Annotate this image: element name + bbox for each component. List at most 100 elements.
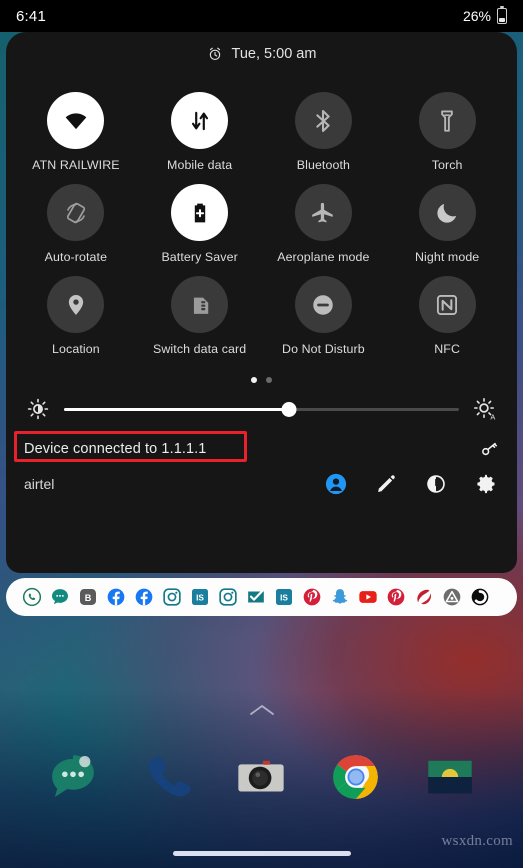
pinterest-icon[interactable] xyxy=(302,587,322,607)
footer-action-icons xyxy=(325,473,499,495)
moon-icon xyxy=(437,203,457,223)
brightness-slider-thumb[interactable] xyxy=(281,401,297,417)
instagram-icon[interactable] xyxy=(162,587,182,607)
airplane-icon xyxy=(312,202,334,222)
messaging-icon[interactable] xyxy=(50,587,70,607)
tile-label: Aeroplane mode xyxy=(277,250,370,264)
chrome-icon[interactable] xyxy=(327,748,385,806)
whatsapp-icon[interactable] xyxy=(22,587,42,607)
phone-icon[interactable] xyxy=(138,748,196,806)
tile-switch-data-card-circle[interactable] xyxy=(171,276,229,333)
tile-aeroplane-mode-circle[interactable] xyxy=(294,184,352,241)
b-app-icon[interactable]: B xyxy=(78,587,98,607)
brightness-slider[interactable] xyxy=(64,398,459,420)
power-icon[interactable] xyxy=(425,473,447,495)
battery-plus-icon xyxy=(194,203,205,222)
tile-wifi[interactable]: ATN RAILWIRE xyxy=(14,80,138,172)
tile-location[interactable]: Location xyxy=(14,264,138,356)
snapchat-icon[interactable] xyxy=(330,587,350,607)
quick-settings-panel: Tue, 5:00 am ATN RAILWIRE Mobile data Bl… xyxy=(6,32,517,573)
home-dock xyxy=(0,742,523,812)
tile-night-mode[interactable]: Night mode xyxy=(385,172,509,264)
tile-label: Battery Saver xyxy=(161,250,238,264)
connection-status-text: Device connected to 1.1.1.1 xyxy=(24,441,207,457)
tile-label: Night mode xyxy=(414,250,480,264)
battery-percent-label: 26% xyxy=(462,8,491,24)
svg-text:IS: IS xyxy=(196,593,204,603)
wifi-icon xyxy=(65,112,87,129)
tile-label: Mobile data xyxy=(167,158,233,172)
tile-label: Location xyxy=(52,342,100,356)
tile-do-not-disturb-circle[interactable] xyxy=(294,276,352,333)
status-bar-right: 26% xyxy=(462,5,507,24)
watermark: wsxdn.com xyxy=(441,833,513,849)
checkmark-app-icon[interactable] xyxy=(246,587,266,607)
tile-nfc-circle[interactable] xyxy=(418,276,476,333)
location-pin-icon xyxy=(68,294,84,315)
tile-row: Location Switch data card Do Not Disturb… xyxy=(14,264,509,356)
alarm-text: Tue, 5:00 am xyxy=(231,46,317,62)
tile-label: Do Not Disturb xyxy=(282,342,365,356)
tile-torch[interactable]: Torch xyxy=(385,80,509,172)
camera-icon[interactable] xyxy=(232,748,290,806)
black-circle-app-icon[interactable] xyxy=(470,587,490,607)
photos-icon[interactable] xyxy=(421,748,479,806)
pager-dot-2[interactable] xyxy=(266,377,272,383)
settings-gear-icon[interactable] xyxy=(475,473,497,495)
sim-card-icon xyxy=(193,297,208,314)
tile-nfc[interactable]: NFC xyxy=(385,264,509,356)
tile-auto-rotate[interactable]: Auto-rotate xyxy=(14,172,138,264)
is-app-icon[interactable]: IS xyxy=(274,587,294,607)
instagram-icon[interactable] xyxy=(218,587,238,607)
tile-label: Bluetooth xyxy=(296,158,350,172)
tile-row: ATN RAILWIRE Mobile data Bluetooth Torch xyxy=(14,80,509,172)
tile-label: NFC xyxy=(434,342,460,356)
is-app-icon[interactable]: IS xyxy=(190,587,210,607)
edit-pencil-icon[interactable] xyxy=(375,473,397,495)
chevron-up-icon[interactable] xyxy=(249,703,275,717)
tile-row: Auto-rotate Battery Saver Aeroplane mode… xyxy=(14,172,509,264)
tile-aeroplane-mode[interactable]: Aeroplane mode xyxy=(262,172,386,264)
youtube-icon[interactable] xyxy=(358,587,378,607)
do-not-disturb-icon xyxy=(313,294,334,315)
flashlight-icon xyxy=(441,110,453,132)
tile-night-mode-circle[interactable] xyxy=(418,184,476,241)
tile-location-circle[interactable] xyxy=(47,276,105,333)
auto-rotate-icon xyxy=(66,202,85,223)
quick-settings-tiles: ATN RAILWIRE Mobile data Bluetooth Torch… xyxy=(6,76,517,356)
mobile-data-icon xyxy=(191,111,208,130)
tile-auto-rotate-circle[interactable] xyxy=(47,184,105,241)
quick-settings-footer: Device connected to 1.1.1.1 airtel xyxy=(6,431,517,499)
user-avatar-icon[interactable] xyxy=(325,473,347,495)
tile-label: ATN RAILWIRE xyxy=(32,158,120,172)
svg-text:B: B xyxy=(85,593,92,603)
svg-text:IS: IS xyxy=(280,593,288,603)
tile-label: Torch xyxy=(431,158,463,172)
tile-battery-saver-circle[interactable] xyxy=(171,184,229,241)
pager-dot-1[interactable] xyxy=(251,377,257,383)
red-swirl-app-icon[interactable] xyxy=(414,587,434,607)
tile-mobile-data-circle[interactable] xyxy=(171,92,229,149)
triangle-app-icon[interactable] xyxy=(442,587,462,607)
pinterest-icon[interactable] xyxy=(386,587,406,607)
bluetooth-icon xyxy=(316,109,331,132)
facebook-icon[interactable] xyxy=(106,587,126,607)
tile-torch-circle[interactable] xyxy=(418,92,476,149)
home-gesture-bar[interactable] xyxy=(172,851,351,856)
tile-bluetooth-circle[interactable] xyxy=(294,92,352,149)
tile-switch-data-card[interactable]: Switch data card xyxy=(138,264,262,356)
facebook-icon[interactable] xyxy=(134,587,154,607)
tile-mobile-data[interactable]: Mobile data xyxy=(138,80,262,172)
vpn-indicator[interactable] xyxy=(480,435,499,463)
connection-row: Device connected to 1.1.1.1 xyxy=(24,435,499,463)
messages-icon[interactable] xyxy=(44,748,102,806)
tile-do-not-disturb[interactable]: Do Not Disturb xyxy=(262,264,386,356)
nfc-icon xyxy=(437,294,458,315)
battery-icon xyxy=(497,5,507,24)
notification-app-strip[interactable]: B IS IS xyxy=(6,578,517,616)
brightness-auto-icon: A xyxy=(474,398,495,421)
alarm-clock-icon xyxy=(209,47,220,61)
tile-wifi-circle[interactable] xyxy=(47,92,105,149)
tile-battery-saver[interactable]: Battery Saver xyxy=(138,172,262,264)
tile-bluetooth[interactable]: Bluetooth xyxy=(262,80,386,172)
